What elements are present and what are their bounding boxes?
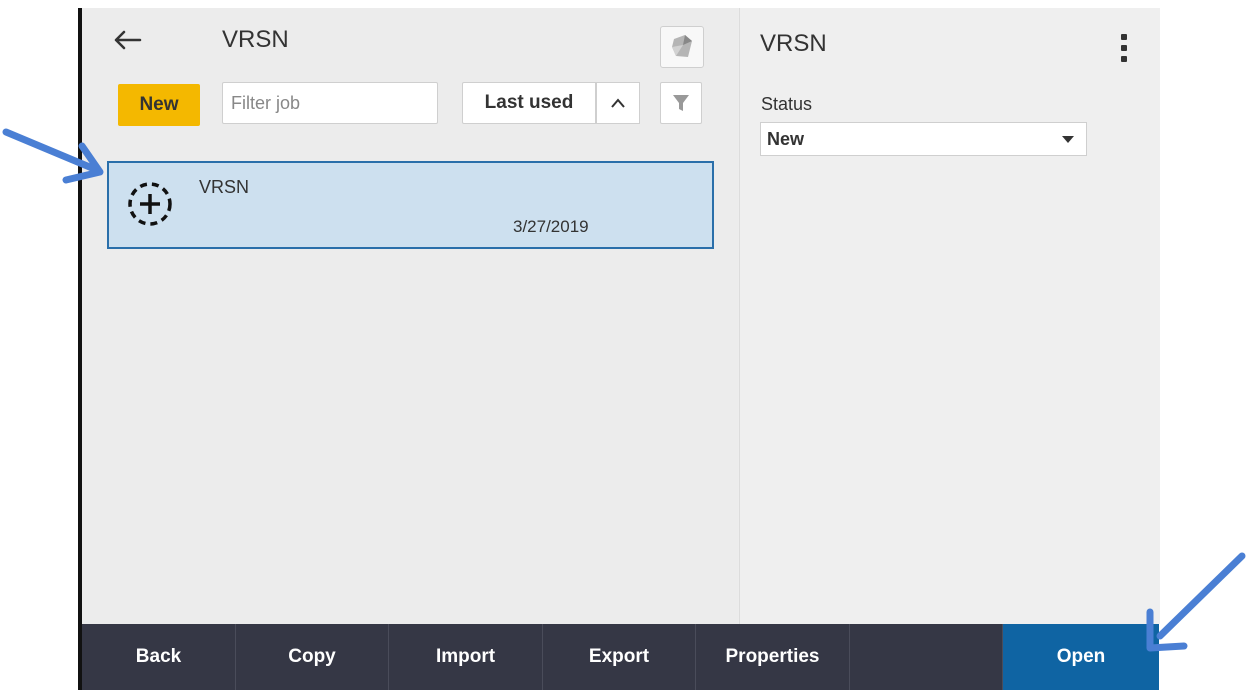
more-vertical-icon[interactable] (1112, 30, 1136, 66)
export-button[interactable]: Export (543, 624, 696, 690)
copy-button[interactable]: Copy (236, 624, 389, 690)
back-arrow-icon[interactable] (110, 22, 146, 58)
job-name: VRSN (199, 177, 250, 197)
status-label: Status (761, 94, 813, 114)
status-value: New (767, 128, 805, 149)
details-title: VRSN (760, 30, 827, 57)
properties-button[interactable]: Properties (696, 624, 850, 690)
empty-slot-button (850, 624, 1003, 690)
status-dropdown[interactable]: New (760, 122, 1087, 156)
new-job-dashed-plus-icon (125, 179, 175, 229)
job-date: 3/27/2019 (513, 217, 589, 236)
sort-by-button[interactable]: Last used (462, 82, 596, 124)
bottom-action-bar: Back Copy Import Export Properties Open (82, 624, 1159, 690)
new-job-button[interactable]: New (118, 84, 200, 126)
back-button[interactable]: Back (82, 624, 236, 690)
funnel-icon (673, 95, 689, 111)
chevron-up-icon (611, 98, 625, 108)
import-button[interactable]: Import (389, 624, 543, 690)
filter-job-input[interactable] (222, 82, 438, 124)
sort-direction-button[interactable] (596, 82, 640, 124)
job-list-item[interactable]: VRSN 3/27/2019 (107, 161, 714, 249)
annotation-arrow-left (2, 128, 104, 184)
filter-funnel-button[interactable] (660, 82, 702, 124)
trimble-logo-icon[interactable] (660, 26, 704, 68)
annotation-arrow-right (1146, 552, 1246, 652)
page-title: VRSN (222, 26, 289, 53)
caret-down-icon (1062, 136, 1074, 143)
